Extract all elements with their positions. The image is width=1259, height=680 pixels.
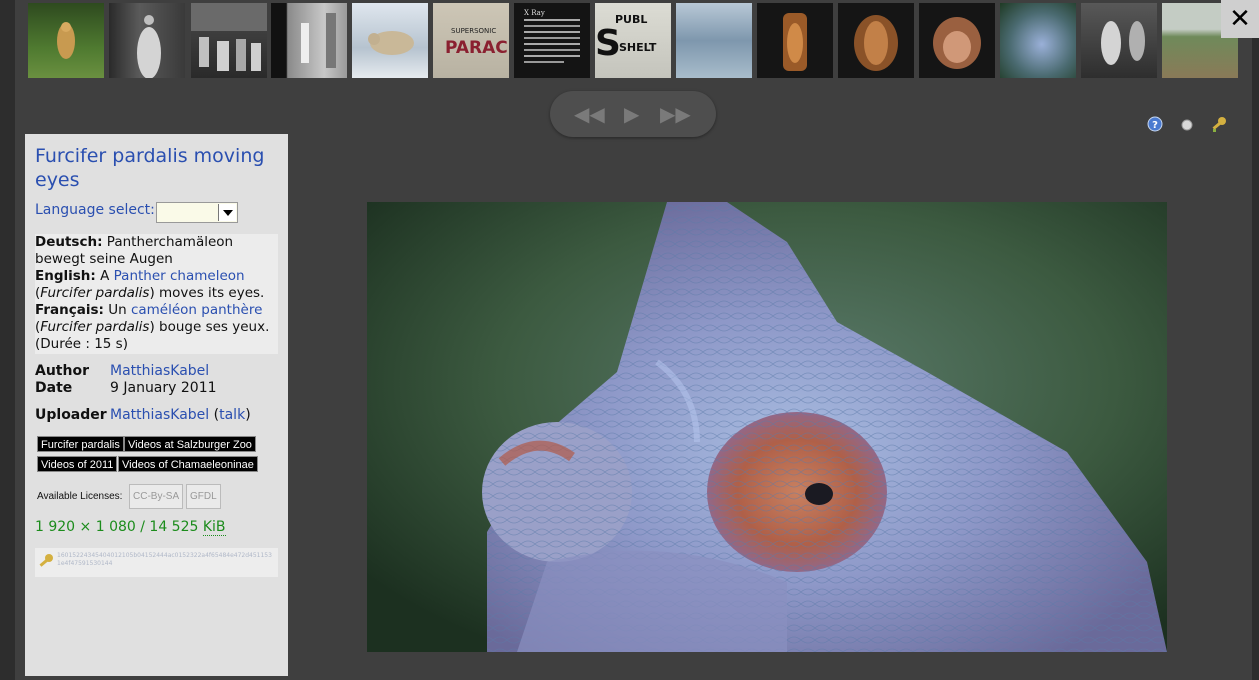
desc-text-en: A [100, 268, 110, 284]
file-dimensions: 1 920 × 1 080 / 14 525 KiB [35, 519, 226, 536]
file-hash-box: 16015224345404012105b04152444ac0152322a4… [35, 548, 278, 577]
desc-label-fr: Français: [35, 302, 104, 318]
desc-species-fr: Furcifer pardalis [40, 319, 150, 335]
play-icon[interactable]: ▶ [624, 102, 639, 126]
key-icon[interactable] [1210, 116, 1228, 134]
uploader-link[interactable]: MatthiasKabel [110, 407, 209, 423]
dimensions-text: 1 920 × 1 080 / 14 525 [35, 519, 199, 535]
hash-key-icon [39, 554, 53, 567]
help-icon[interactable]: ? [1147, 116, 1163, 132]
author-row: Author MatthiasKabel [35, 363, 209, 380]
thumbnail-cheetah[interactable] [28, 3, 104, 78]
thumbnail-strip: SUPERSONIC PARAC X Ray PUBL SHELT S [28, 3, 1240, 78]
thumbnail-polar-bear[interactable] [352, 3, 428, 78]
previous-icon[interactable]: ◀◀ [574, 102, 605, 126]
thumbnail-woman-portrait[interactable] [109, 3, 185, 78]
thumbnail-public-shelter[interactable]: PUBL SHELT S [595, 3, 671, 78]
thumbnail-ultrasound-1[interactable] [757, 3, 833, 78]
date-label: Date [35, 380, 73, 396]
thumbnail-men-working[interactable] [1081, 3, 1157, 78]
link-cameleon-panthere[interactable]: caméléon panthère [131, 302, 262, 318]
license-gfdl[interactable]: GFDL [186, 484, 221, 509]
language-select-label: Language select: [35, 202, 155, 218]
date-row: Date 9 January 2011 [35, 380, 217, 397]
thumbnail-group-photo[interactable] [191, 3, 267, 78]
chevron-down-icon[interactable] [218, 204, 236, 221]
talk-close-paren: ) [245, 407, 251, 423]
category-tag[interactable]: Furcifer pardalis [37, 436, 124, 452]
thumbnail-chameleon[interactable] [1000, 3, 1076, 78]
svg-text:SUPERSONIC: SUPERSONIC [451, 27, 496, 35]
thumbnail-xray-text[interactable]: X Ray [514, 3, 590, 78]
author-label: Author [35, 363, 89, 379]
link-panther-chameleon[interactable]: Panther chameleon [114, 268, 245, 284]
desc-text-fr: Un [108, 302, 127, 318]
file-info-panel: Furcifer pardalis moving eyes Language s… [25, 134, 288, 676]
license-cc-by-sa[interactable]: CC-By-SA [129, 484, 184, 509]
uploader-row: Uploader MatthiasKabel (talk) [35, 407, 251, 424]
talk-link[interactable]: talk [219, 407, 245, 423]
main-image[interactable] [367, 202, 1167, 652]
svg-text:PARAC: PARAC [445, 38, 508, 58]
desc-species-en: Furcifer pardalis [40, 285, 150, 301]
thumbnail-ultrasound-2[interactable] [838, 3, 914, 78]
category-tag[interactable]: Videos at Salzburger Zoo [124, 436, 256, 452]
next-icon[interactable]: ▶▶ [660, 102, 691, 126]
file-description: Deutsch: Pantherchamäleon bewegt seine A… [35, 234, 278, 354]
viewer-left-border [0, 0, 15, 680]
svg-text:SHELT: SHELT [619, 41, 657, 54]
viewer-right-border [1252, 0, 1259, 680]
svg-text:X Ray: X Ray [524, 9, 545, 17]
file-hash: 16015224345404012105b04152444ac0152322a4… [57, 552, 272, 567]
svg-text:S: S [595, 23, 621, 64]
close-icon[interactable]: ✕ [1221, 0, 1259, 38]
desc-label-en: English: [35, 268, 96, 284]
category-tag[interactable]: Videos of 2011 [37, 456, 118, 472]
author-link[interactable]: MatthiasKabel [110, 363, 209, 379]
category-tag[interactable]: Videos of Chamaeleoninae [118, 456, 258, 472]
playback-controls: ◀◀ ▶ ▶▶ [550, 91, 716, 137]
thumbnail-supersonic[interactable]: SUPERSONIC PARAC [433, 3, 509, 78]
file-title: Furcifer pardalis moving eyes [35, 145, 265, 191]
svg-text:?: ? [1152, 120, 1158, 131]
desc-text-en-tail: ) moves its eyes. [149, 285, 265, 301]
uploader-label: Uploader [35, 407, 107, 423]
thumbnail-people-room[interactable] [271, 3, 347, 78]
language-select[interactable] [156, 202, 238, 223]
thumbnail-ultrasound-face[interactable] [919, 3, 995, 78]
licenses-label: Available Licenses: [37, 491, 123, 502]
dimensions-unit: KiB [202, 519, 226, 536]
status-dot-icon[interactable] [1180, 118, 1194, 132]
thumbnail-water[interactable] [676, 3, 752, 78]
desc-label-de: Deutsch: [35, 234, 103, 250]
date-value: 9 January 2011 [110, 380, 217, 396]
